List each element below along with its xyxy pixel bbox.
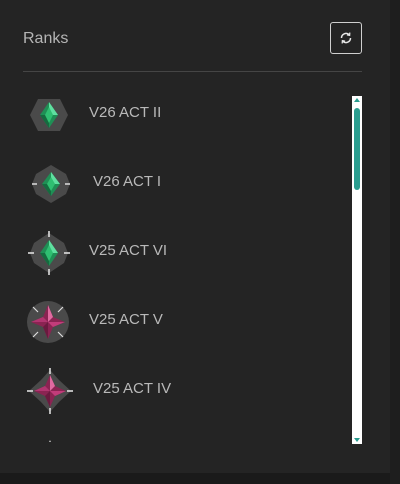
- rank-label: V25 ACT VI: [89, 242, 168, 259]
- rank-list-scrollbar[interactable]: [352, 96, 362, 444]
- emerald-rank-badge-icon: [32, 165, 70, 203]
- rank-item[interactable]: V26 ACT II: [22, 90, 350, 146]
- emerald-rank-badge-icon: [30, 99, 68, 131]
- panel-title: Ranks: [23, 30, 69, 47]
- rank-item[interactable]: V25 ACT V: [22, 297, 350, 353]
- refresh-icon: [340, 32, 352, 44]
- rank-label: V26 ACT II: [89, 104, 162, 121]
- header-divider: [23, 71, 362, 72]
- diamond-rank-badge-icon: [27, 368, 73, 414]
- panel-header: Ranks: [23, 22, 362, 56]
- emerald-rank-badge-icon: [28, 231, 70, 275]
- rank-item[interactable]: V25 ACT VI: [22, 228, 350, 284]
- diamond-rank-badge-icon: [27, 301, 69, 343]
- window-bottom-edge: [0, 473, 390, 484]
- window-edge: [390, 0, 400, 484]
- rank-item[interactable]: V25 ACT IV: [22, 366, 350, 422]
- rank-item[interactable]: [22, 435, 350, 442]
- scroll-thumb[interactable]: [354, 108, 360, 190]
- scroll-down-arrow-icon[interactable]: [354, 438, 360, 442]
- rank-list[interactable]: V26 ACT II V26 ACT I V25 ACT VI V25 ACT …: [22, 90, 350, 442]
- scroll-up-arrow-icon[interactable]: [354, 98, 360, 102]
- rank-label: V25 ACT V: [89, 311, 163, 328]
- rank-badge-icon: [49, 440, 51, 442]
- rank-item[interactable]: V26 ACT I: [22, 159, 350, 215]
- refresh-button[interactable]: [330, 22, 362, 54]
- rank-label: V25 ACT IV: [93, 380, 172, 397]
- ranks-panel: Ranks V26 ACT II V26 ACT I V25 ACT VI V2…: [0, 0, 390, 473]
- rank-label: V26 ACT I: [93, 173, 162, 190]
